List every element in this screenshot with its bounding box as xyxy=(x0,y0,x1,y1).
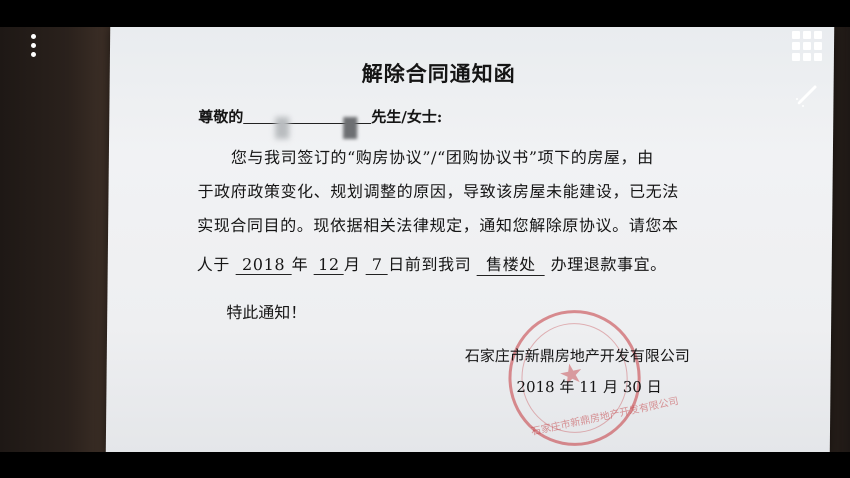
paper-document: 解除合同通知函 尊敬的 先生/女士: 您与我司签订的“购房协议”/“团购协议书”项… xyxy=(105,27,835,452)
salutation-prefix: 尊敬的 xyxy=(198,108,244,126)
line4-prefix: 人于 xyxy=(196,255,231,274)
more-vertical-icon[interactable] xyxy=(30,34,38,62)
notice-text: 特此通知！ xyxy=(226,303,307,322)
body-line-2: 于政府政策变化、规划调整的原因，导致该房屋未能建设，已无法 xyxy=(197,182,680,201)
page-title: 解除合同通知函 xyxy=(361,61,516,86)
line4-mid: 日前到我司 xyxy=(388,255,472,274)
redacted-blur xyxy=(343,117,358,139)
company-seal: ★ 石家庄市新鼎房地产开发有限公司 xyxy=(496,297,680,452)
salutation-suffix: 先生/女士: xyxy=(371,108,443,126)
photo-viewer: 解除合同通知函 尊敬的 先生/女士: 您与我司签订的“购房协议”/“团购协议书”项… xyxy=(0,27,850,452)
month-value: 12 xyxy=(313,255,345,275)
body-line-4: 人于 2018 年 12 月 7 日前到我司 售楼处 办理退款事宜。 xyxy=(197,251,667,276)
line4-suffix: 办理退款事宜。 xyxy=(550,255,667,274)
year-unit: 年 xyxy=(291,255,309,274)
salutation: 尊敬的 先生/女士: xyxy=(198,106,443,139)
month-unit: 月 xyxy=(343,255,361,274)
body-line-1: 您与我司签订的“购房协议”/“团购协议书”项下的房屋，由 xyxy=(230,148,654,167)
year-value: 2018 xyxy=(235,255,292,275)
name-blank xyxy=(243,117,372,139)
day-value: 7 xyxy=(366,255,389,275)
grid-icon[interactable] xyxy=(792,31,822,61)
pen-icon[interactable] xyxy=(794,82,820,108)
company-name: 石家庄市新鼎房地产开发有限公司 xyxy=(464,347,690,365)
place-value: 售楼处 xyxy=(476,251,546,276)
sign-date: 2018 年 11 月 30 日 xyxy=(516,378,662,396)
body-line-3: 实现合同目的。现依据相关法律规定，通知您解除原协议。请您本 xyxy=(197,216,679,235)
redacted-blur xyxy=(275,117,290,139)
